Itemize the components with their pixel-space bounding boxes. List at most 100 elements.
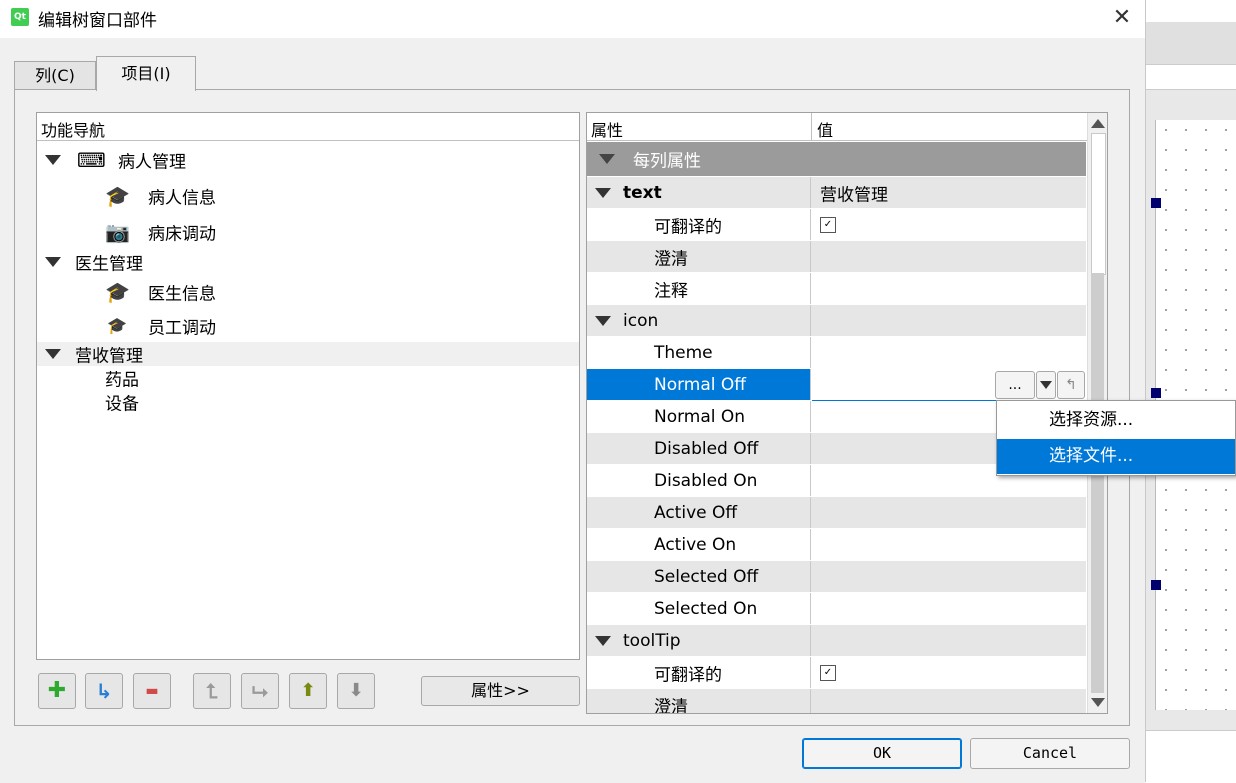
tree-header[interactable]: 功能导航 — [37, 113, 579, 141]
move-down-button[interactable]: ⬇ — [337, 673, 375, 709]
property-row[interactable]: Selected Off — [587, 561, 1086, 593]
property-row[interactable]: 可翻译的 ✓ — [587, 209, 1086, 241]
tree-item-label: 病人管理 — [118, 152, 186, 173]
keyboard-icon: ⌨ — [77, 148, 106, 172]
tree-item[interactable]: 医生管理 — [37, 249, 579, 275]
add-item-button[interactable]: ✚ — [38, 673, 76, 709]
property-row-tooltip[interactable]: toolTip — [587, 625, 1086, 657]
dropdown-button[interactable] — [1036, 371, 1056, 399]
property-group[interactable]: 每列属性 — [587, 142, 1086, 177]
property-name: Selected Off — [654, 566, 759, 587]
edit-tree-dialog: Qt 编辑树窗口部件 ✕ 列(C) 项目(I) 功能导航 ⌨ 病人管理 🎓 病人… — [0, 0, 1146, 782]
property-row[interactable]: 澄清 — [587, 689, 1086, 714]
header-value[interactable]: 值 — [817, 117, 833, 141]
reset-button[interactable]: ↰ — [1057, 371, 1085, 399]
graduation-cap-icon: 🎓 — [107, 316, 127, 335]
property-row-icon[interactable]: icon — [587, 305, 1086, 337]
move-left-button[interactable]: ⮤ — [193, 673, 231, 709]
property-name: toolTip — [623, 630, 681, 651]
designer-strip — [1145, 22, 1236, 64]
collapse-arrow-icon[interactable] — [599, 154, 615, 164]
tree-item[interactable]: 设备 — [37, 390, 579, 415]
remove-item-button[interactable]: ▬ — [133, 673, 171, 709]
tab-columns[interactable]: 列(C) — [14, 61, 96, 90]
ok-button[interactable]: OK — [802, 738, 962, 769]
selection-handle[interactable] — [1151, 580, 1161, 590]
property-row[interactable]: Theme — [587, 337, 1086, 369]
browse-button[interactable]: ... — [995, 371, 1035, 399]
selection-handle[interactable] — [1151, 198, 1161, 208]
property-name: icon — [623, 310, 659, 331]
collapse-arrow-icon[interactable] — [595, 635, 611, 646]
tree-item-label: 设备 — [105, 394, 139, 415]
chevron-down-icon — [1040, 381, 1052, 389]
tree-item-label: 病人信息 — [148, 188, 216, 209]
scroll-track[interactable] — [1091, 273, 1104, 693]
scroll-down-icon[interactable] — [1091, 698, 1105, 707]
property-name: Normal Off — [654, 374, 747, 395]
property-row-text[interactable]: text 营收管理 — [587, 177, 1086, 209]
selection-handle[interactable] — [1151, 388, 1161, 398]
tab-items[interactable]: 项目(I) — [96, 56, 196, 91]
expand-arrow-icon[interactable] — [45, 349, 61, 359]
scroll-up-icon[interactable] — [1091, 119, 1105, 128]
tree-item-label: 药品 — [105, 370, 139, 391]
tree-item[interactable]: ⌨ 病人管理 — [37, 143, 579, 177]
property-name: Normal On — [654, 406, 746, 427]
designer-background — [1145, 0, 1236, 783]
property-name: Active Off — [654, 502, 738, 523]
tree-item-selected[interactable]: 营收管理 — [37, 342, 579, 367]
menu-item-choose-file[interactable]: 选择文件... — [997, 439, 1235, 474]
tree-item-label: 医生管理 — [75, 254, 143, 275]
property-name: 注释 — [654, 281, 688, 301]
tree-item[interactable]: 🎓 病人信息 — [37, 179, 579, 213]
tree-header-label: 功能导航 — [41, 121, 106, 140]
move-up-button[interactable]: ⬆ — [289, 673, 327, 709]
tree-item[interactable]: 📷 病床调动 — [37, 215, 579, 249]
property-row[interactable]: Active On — [587, 529, 1086, 561]
graduation-cap-icon: 🎓 — [105, 280, 130, 304]
header-separator[interactable] — [811, 113, 812, 140]
tree-item-label: 员工调动 — [148, 318, 216, 339]
menu-item-choose-resource[interactable]: 选择资源... — [997, 403, 1235, 438]
designer-strip — [1145, 64, 1236, 90]
header-property[interactable]: 属性 — [591, 117, 623, 141]
designer-strip — [1145, 0, 1236, 22]
add-subitem-button[interactable]: ↳ — [85, 673, 123, 709]
collapse-arrow-icon[interactable] — [595, 187, 611, 198]
property-row[interactable]: 可翻译的 ✓ — [587, 657, 1086, 689]
property-group-label: 每列属性 — [633, 151, 701, 172]
close-icon[interactable]: ✕ — [1108, 4, 1136, 32]
scroll-thumb[interactable] — [1091, 133, 1106, 275]
menu-item-label: 选择资源... — [1049, 410, 1134, 430]
tree-item[interactable]: 药品 — [37, 366, 579, 391]
graduation-cap-icon: 🎓 — [105, 184, 130, 208]
menu-item-label: 选择文件... — [1049, 446, 1134, 466]
tree-item[interactable]: 🎓 员工调动 — [37, 309, 579, 343]
property-row[interactable]: Selected On — [587, 593, 1086, 625]
property-row-selected[interactable]: Normal Off ... ↰ — [587, 369, 1086, 401]
tree-item-label: 医生信息 — [148, 284, 216, 305]
property-name: 澄清 — [654, 697, 688, 714]
property-row[interactable]: 注释 — [587, 273, 1086, 305]
property-name: Theme — [654, 342, 713, 363]
resource-popup-menu: 选择资源... 选择文件... — [996, 400, 1236, 476]
checkbox[interactable]: ✓ — [820, 216, 836, 233]
window-title: 编辑树窗口部件 — [38, 11, 157, 31]
tree-item[interactable]: 🎓 医生信息 — [37, 275, 579, 309]
collapse-arrow-icon[interactable] — [595, 315, 611, 326]
expand-arrow-icon[interactable] — [45, 257, 61, 267]
properties-toggle-button[interactable]: 属性>> — [421, 676, 580, 706]
tree-item-label: 营收管理 — [75, 346, 143, 367]
property-row[interactable]: Active Off — [587, 497, 1086, 529]
property-value[interactable]: 营收管理 — [820, 180, 888, 205]
move-right-button[interactable]: ⮡ — [241, 673, 279, 709]
property-name: 澄清 — [654, 249, 688, 269]
tree-widget[interactable]: 功能导航 ⌨ 病人管理 🎓 病人信息 📷 病床调动 医生管理 🎓 医生信息 🎓 … — [36, 112, 580, 660]
title-bar: Qt 编辑树窗口部件 ✕ — [0, 0, 1145, 38]
checkbox[interactable]: ✓ — [820, 664, 836, 681]
property-name: 可翻译的 — [654, 217, 722, 237]
property-row[interactable]: 澄清 — [587, 241, 1086, 273]
cancel-button[interactable]: Cancel — [970, 738, 1130, 769]
expand-arrow-icon[interactable] — [45, 155, 61, 165]
